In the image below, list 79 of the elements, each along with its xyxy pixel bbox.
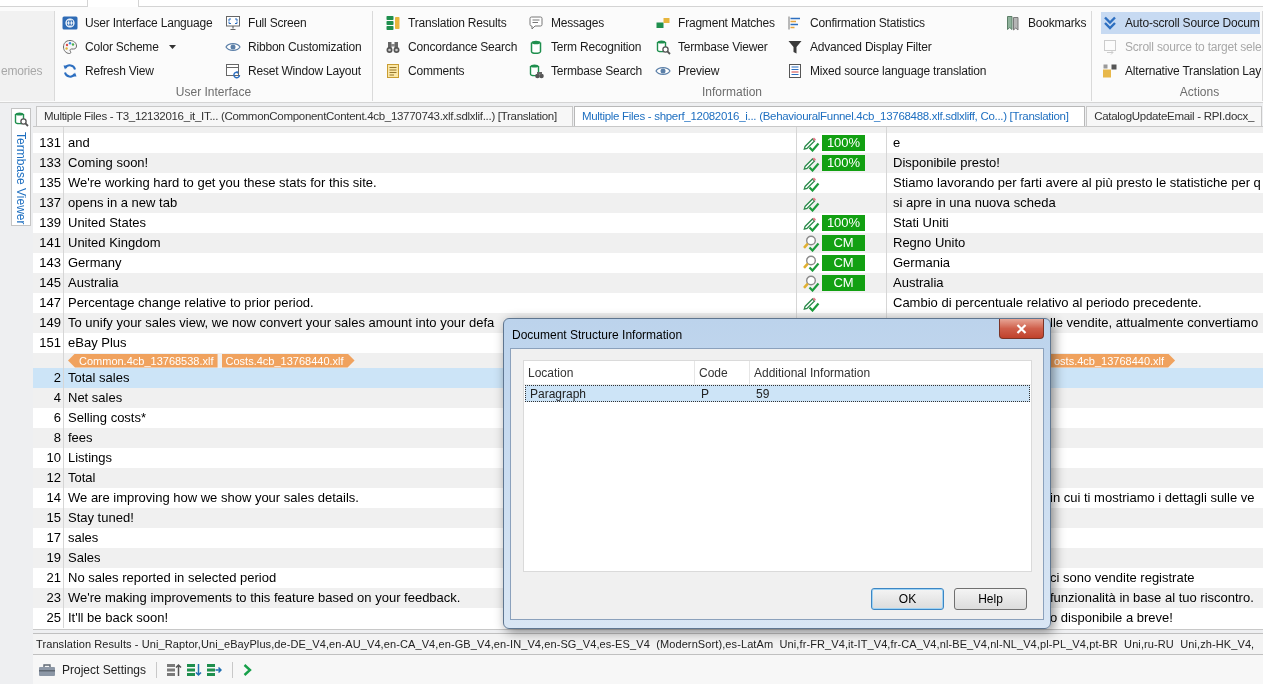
file-tag: Common.4cb_13768538.xlf xyxy=(68,353,218,368)
segment-number: 23 xyxy=(46,589,61,608)
dialog-title: Document Structure Information xyxy=(512,327,683,344)
target-text: lle vendite, attualmente convertiamo xyxy=(1050,314,1259,333)
results-panel-header: Translation Results - Uni_Raptor,Uni_eBayPlus,de-DE_V4,en-AU_V4,en-CA_V4,en-GB_V4,en-IN_V4,en-SG_V4,es-ES_V4 (ModernSort),es-LatAm Uni,fr-FR_V4,it-IT_V4,fr-CA_V4,nl-BE_V4,nl-NL_V4,pl-PL_V4,pt-BR Uni,ru-RU Uni,zh-HK_V4, xyxy=(33,633,1263,655)
match-indicator: 100% xyxy=(822,215,865,231)
segment-number: 25 xyxy=(46,609,61,628)
segment-number: 141 xyxy=(39,234,61,253)
group-label: Information xyxy=(702,84,762,101)
source-text: Sales xyxy=(68,549,101,568)
source-text: To unify your sales view, we now convert your sales amount into your defa xyxy=(68,314,495,333)
match-indicator: 100% xyxy=(822,135,865,151)
list-cell-text: P xyxy=(701,385,709,403)
segment-number: 15 xyxy=(46,509,61,528)
source-text: We're making improvements to this feature based on your feedback. xyxy=(68,589,461,608)
target-text: Stati Uniti xyxy=(893,214,949,233)
segment-number: 143 xyxy=(39,254,61,273)
source-text: Germany xyxy=(68,254,122,273)
segment-number: 12 xyxy=(46,469,61,488)
source-text: eBay Plus xyxy=(68,334,127,353)
segment-number: 6 xyxy=(53,409,61,428)
segment-number: 151 xyxy=(39,334,61,353)
match-indicator: CM xyxy=(822,255,865,271)
source-text: We're working hard to get you these stats for this site. xyxy=(68,174,377,193)
source-text: No sales reported in selected period xyxy=(68,569,277,588)
segment-number: 131 xyxy=(39,134,61,153)
source-text: opens in a new tab xyxy=(68,194,178,213)
segment-number: 137 xyxy=(39,194,61,213)
group-label: User Interface xyxy=(175,84,252,101)
segment-number: 21 xyxy=(46,569,61,588)
source-text: It'll be back soon! xyxy=(68,609,169,628)
match-indicator: CM xyxy=(822,275,865,291)
target-text: e xyxy=(893,134,901,153)
segment-number: 19 xyxy=(46,549,61,568)
source-text: Listings xyxy=(68,449,113,468)
source-text: United Kingdom xyxy=(68,234,161,253)
segment-number: 139 xyxy=(39,214,61,233)
source-text: Percentage change relative to prior period. xyxy=(68,294,314,313)
target-text: in cui ti mostriamo i dettagli sulle ve xyxy=(1050,489,1255,508)
source-text: sales xyxy=(68,529,99,548)
source-text: Selling costs* xyxy=(68,409,147,428)
segment-number: 17 xyxy=(46,529,61,548)
segment-number: 8 xyxy=(53,429,61,448)
target-text: Germania xyxy=(893,254,951,273)
file-tag: osts.4cb_13768440.xlf xyxy=(1050,353,1176,368)
target-text: si apre in una nuova scheda xyxy=(893,194,1056,213)
segment-number: 147 xyxy=(39,294,61,313)
list-cell-text: 59 xyxy=(756,385,770,403)
match-indicator: 100% xyxy=(822,155,865,171)
source-text: fees xyxy=(68,429,93,448)
segment-number: 14 xyxy=(46,489,61,508)
segment-number: 135 xyxy=(39,174,61,193)
source-text: Total xyxy=(68,469,96,488)
target-text: Australia xyxy=(893,274,944,293)
target-text: o disponibile a breve! xyxy=(1050,609,1173,628)
segment-number: 145 xyxy=(39,274,61,293)
target-text: Stiamo lavorando per farti avere al più presto le statistiche per q xyxy=(893,174,1261,193)
source-text: We are improving how we show your sales details. xyxy=(68,489,359,508)
target-text: Cambio di percentuale relativo al periodo precedente. xyxy=(893,294,1202,313)
segment-number: 2 xyxy=(53,369,61,388)
segment-number: 10 xyxy=(46,449,61,468)
source-text: Net sales xyxy=(68,389,123,408)
segment-number: 133 xyxy=(39,154,61,173)
source-text: and xyxy=(68,134,90,153)
source-text: Australia xyxy=(68,274,119,293)
source-text: Stay tuned! xyxy=(68,509,134,528)
target-text: Regno Unito xyxy=(893,234,966,253)
file-tag: Costs.4cb_13768440.xlf xyxy=(221,353,355,368)
group-label: Actions xyxy=(1179,84,1220,101)
target-text: Disponibile presto! xyxy=(893,154,1000,173)
segment-number: 4 xyxy=(53,389,61,408)
source-text: Coming soon! xyxy=(68,154,149,173)
target-text: ci sono vendite registrate xyxy=(1050,569,1195,588)
source-text: Total sales xyxy=(68,369,130,388)
target-text: funzionalità in base al tuo riscontro. xyxy=(1050,589,1254,608)
list-cell-text: Paragraph xyxy=(530,385,587,403)
source-text: United States xyxy=(68,214,147,233)
segment-number: 149 xyxy=(39,314,61,333)
match-indicator: CM xyxy=(822,235,865,251)
